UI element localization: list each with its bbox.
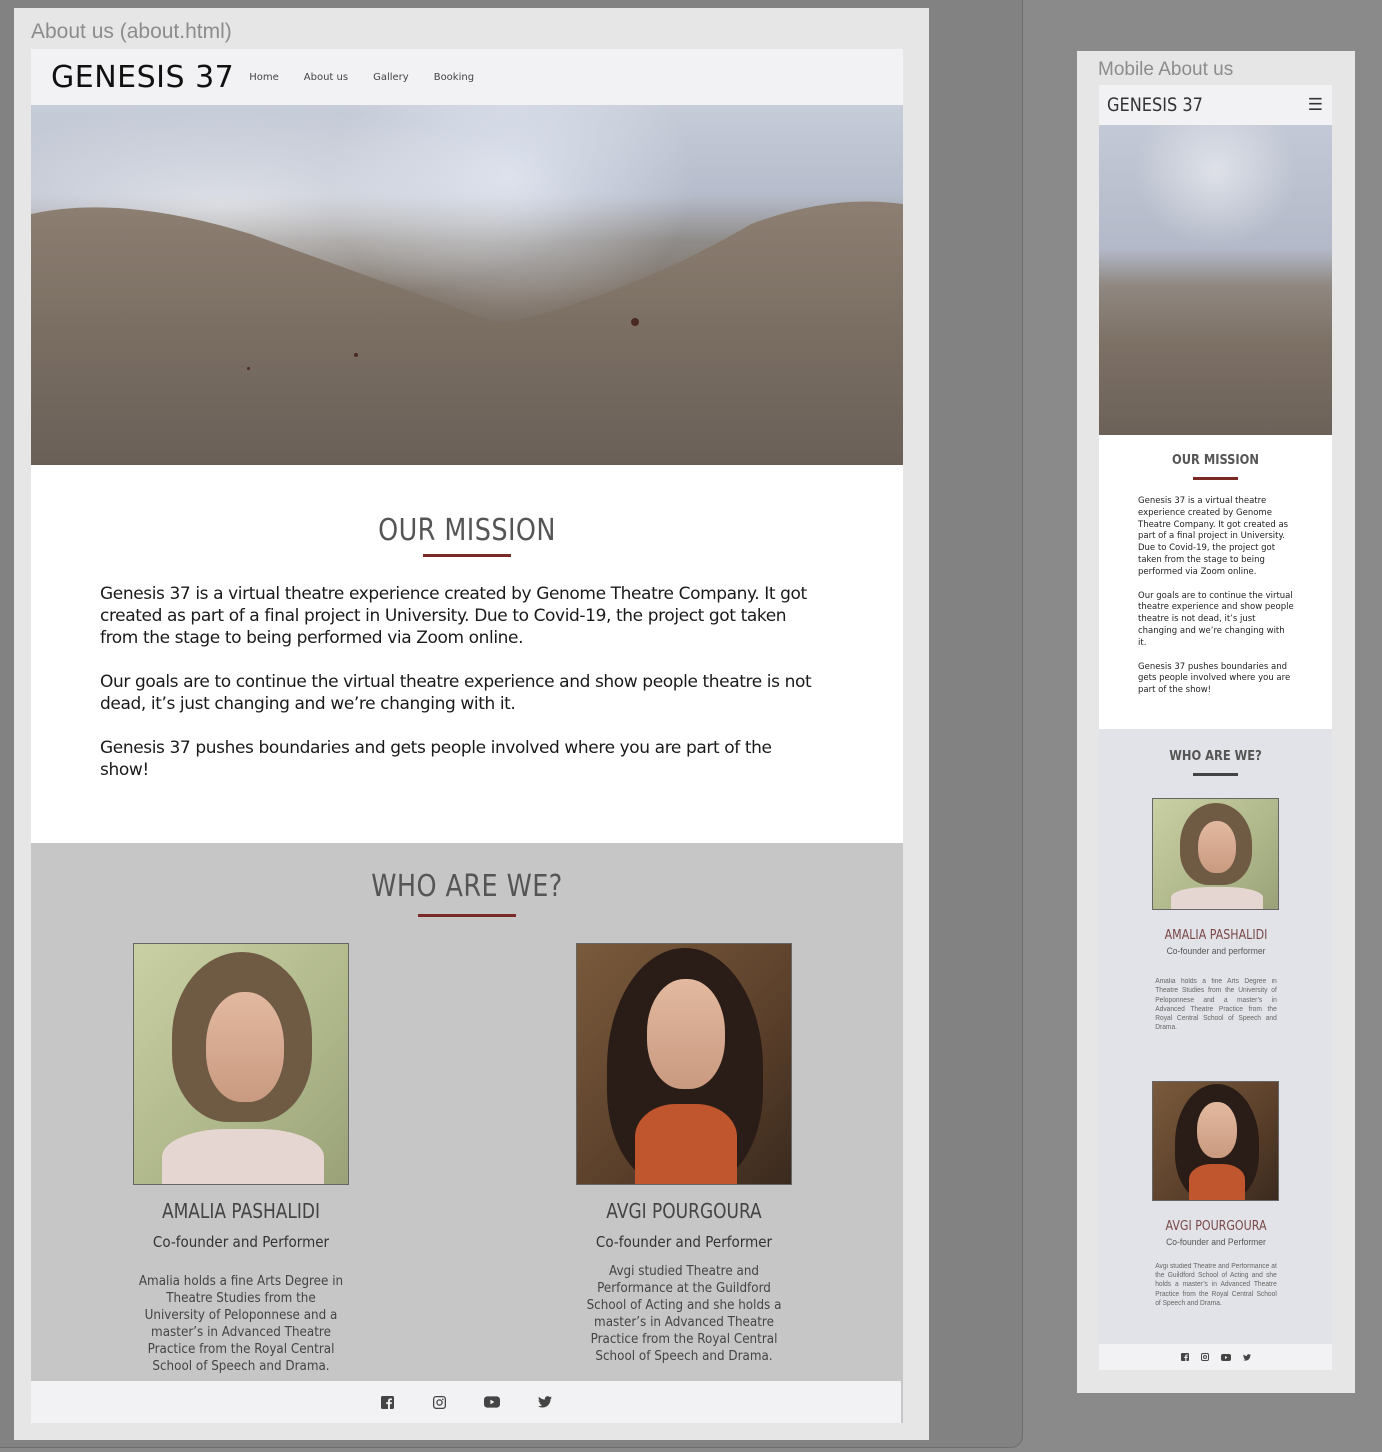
instagram-icon[interactable] — [432, 1395, 446, 1409]
mobile-mission-paragraph: Our goals are to continue the virtual th… — [1138, 590, 1294, 648]
member-card-amalia: AMALIA PASHALIDI Co-founder and Performe… — [126, 943, 356, 1375]
member-photo-avgi — [576, 943, 792, 1185]
mobile-hero-image — [1099, 125, 1332, 435]
instagram-icon[interactable] — [1200, 1348, 1209, 1366]
member-bio: Amalia holds a fine Arts Degree in Theat… — [138, 1274, 344, 1374]
desktop-navbar: GENESIS 37 Home About us Gallery Booking — [31, 49, 903, 105]
twitter-icon[interactable] — [1242, 1348, 1251, 1366]
members-row: AMALIA PASHALIDI Co-founder and Performe… — [31, 943, 903, 1383]
youtube-icon[interactable] — [484, 1395, 500, 1409]
member-role: Co-founder and Performer — [595, 1233, 773, 1251]
desktop-page: GENESIS 37 Home About us Gallery Booking — [31, 49, 903, 1423]
mission-text: Genesis 37 is a virtual theatre experien… — [31, 583, 903, 781]
nav-link-about[interactable]: About us — [304, 72, 348, 83]
member-bio: Avgi studied Theatre and Performance at … — [586, 1264, 782, 1364]
member-name: AVGI POURGOURA — [606, 1199, 762, 1223]
mobile-mission-section: OUR MISSION Genesis 37 is a virtual thea… — [1099, 435, 1332, 729]
member-name: AMALIA PASHALIDI — [161, 1199, 321, 1223]
mobile-member-photo-amalia — [1152, 797, 1279, 910]
who-underline — [418, 914, 516, 917]
mission-underline — [423, 554, 511, 557]
mobile-member-name: AMALIA PASHALIDI — [1164, 927, 1267, 943]
mission-heading: OUR MISSION — [378, 513, 556, 548]
mobile-artboard-label[interactable]: Mobile About us — [1098, 59, 1233, 81]
who-heading: WHO ARE WE? — [371, 869, 563, 904]
mobile-member-bio: Avgi studied Theatre and Performance at … — [1154, 1262, 1277, 1307]
mobile-mission-underline — [1193, 477, 1238, 480]
mobile-mission-paragraph: Genesis 37 pushes boundaries and gets pe… — [1138, 661, 1291, 696]
mobile-member-bio: Amalia holds a fine Arts Degree in Theat… — [1154, 977, 1277, 1032]
mobile-artboard[interactable]: Mobile About us GENESIS 37 ☰ OUR MISSION… — [1077, 51, 1355, 1393]
desktop-footer — [31, 1381, 901, 1423]
member-role: Co-founder and Performer — [152, 1233, 330, 1251]
member-card-avgi: AVGI POURGOURA Co-founder and Performer … — [569, 943, 799, 1365]
nav-link-booking[interactable]: Booking — [434, 72, 474, 83]
mobile-member-name: AVGI POURGOURA — [1164, 1218, 1267, 1234]
mission-paragraph: Genesis 37 pushes boundaries and gets pe… — [100, 738, 772, 780]
nav-link-gallery[interactable]: Gallery — [373, 72, 409, 83]
who-section: WHO ARE WE? AMALIA PASHALIDI Co-founder — [31, 843, 903, 1423]
facebook-icon[interactable] — [380, 1395, 394, 1409]
nav-link-home[interactable]: Home — [249, 72, 279, 83]
mobile-who-heading: WHO ARE WE? — [1169, 748, 1262, 764]
youtube-icon[interactable] — [1220, 1348, 1231, 1366]
mobile-member-card-avgi: AVGI POURGOURA Co-founder and Performer … — [1152, 1080, 1280, 1308]
mission-section: OUR MISSION Genesis 37 is a virtual thea… — [31, 465, 903, 843]
canvas-panel: About us (about.html) GENESIS 37 Home Ab… — [0, 0, 1023, 1448]
desktop-artboard-label[interactable]: About us (about.html) — [31, 20, 232, 44]
mobile-mission-text: Genesis 37 is a virtual theatre experien… — [1099, 496, 1332, 697]
mobile-navbar: GENESIS 37 ☰ — [1099, 85, 1332, 125]
desktop-artboard[interactable]: About us (about.html) GENESIS 37 Home Ab… — [14, 8, 929, 1440]
mobile-page: GENESIS 37 ☰ OUR MISSION Genesis 37 is a… — [1099, 85, 1332, 1370]
mission-paragraph: Our goals are to continue the virtual th… — [100, 672, 812, 714]
mobile-mission-heading: OUR MISSION — [1172, 453, 1259, 468]
hero-skin-shape — [31, 201, 903, 465]
hero-image — [31, 105, 903, 465]
twitter-icon[interactable] — [538, 1395, 552, 1409]
mobile-member-role: Co-founder and performer — [1166, 945, 1265, 957]
mobile-who-section: WHO ARE WE? AMALIA PASHALIDI Co-founder … — [1099, 728, 1332, 1354]
member-photo-amalia — [133, 943, 349, 1185]
mobile-site-logo[interactable]: GENESIS 37 — [1107, 94, 1203, 116]
mobile-member-photo-avgi — [1152, 1080, 1279, 1201]
mission-paragraph: Genesis 37 is a virtual theatre experien… — [100, 584, 807, 648]
mobile-footer — [1099, 1344, 1332, 1370]
mobile-member-card-amalia: AMALIA PASHALIDI Co-founder and performe… — [1152, 797, 1280, 1033]
mobile-who-underline — [1193, 772, 1238, 776]
mobile-mission-paragraph: Genesis 37 is a virtual theatre experien… — [1138, 496, 1289, 577]
site-logo[interactable]: GENESIS 37 — [51, 60, 234, 95]
facebook-icon[interactable] — [1180, 1348, 1189, 1366]
mobile-member-role: Co-founder and Performer — [1165, 1236, 1266, 1248]
hamburger-icon[interactable]: ☰ — [1308, 95, 1323, 115]
